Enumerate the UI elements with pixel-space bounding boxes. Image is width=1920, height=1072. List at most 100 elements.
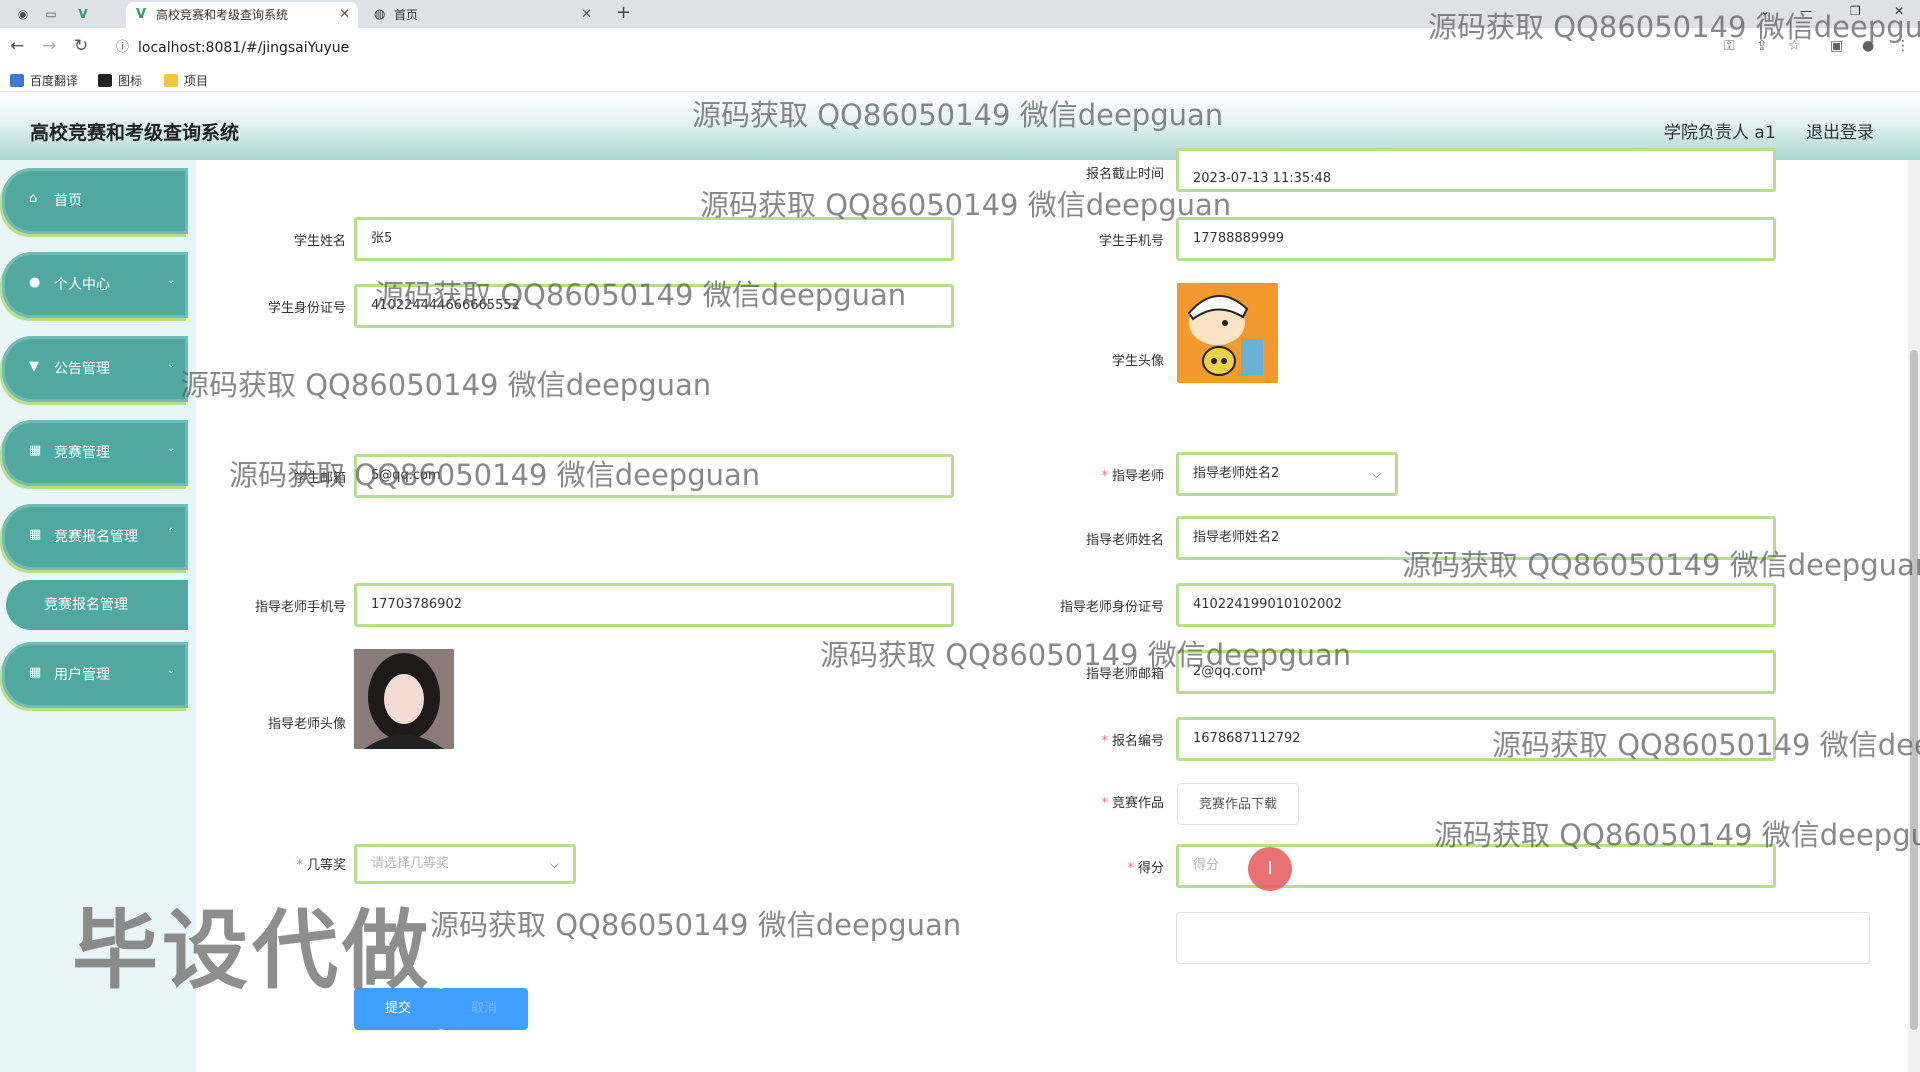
- student-id-label: 学生身份证号: [267, 301, 346, 316]
- star-icon[interactable]: ☆: [1788, 38, 1801, 54]
- sidebar-item-label: 竞赛报名管理: [54, 529, 138, 545]
- app-title: 高校竞赛和考级查询系统: [30, 122, 240, 144]
- chevron-up-icon: ⌃: [167, 527, 176, 538]
- address-bar: ← → ↻ ⓘ localhost:8081/#/jingsaiYuyue ⚿ …: [0, 28, 1920, 68]
- info-icon: ⓘ: [116, 40, 130, 55]
- teacher-name-label: 指导老师姓名: [1085, 533, 1164, 548]
- close-icon[interactable]: ✕: [339, 2, 350, 28]
- bookmark-item[interactable]: 百度翻译: [10, 72, 78, 89]
- teacher-avatar[interactable]: [354, 649, 454, 749]
- sidebar-item-label: 首页: [54, 193, 82, 209]
- vue-tab-icon[interactable]: V: [72, 4, 94, 24]
- restore-icon[interactable]: ❐: [1850, 4, 1861, 18]
- student-id-field[interactable]: 410224444666665552: [354, 284, 954, 328]
- window-close-icon[interactable]: ✕: [1894, 4, 1904, 18]
- student-name-field[interactable]: 张5: [354, 217, 954, 261]
- teacher-phone-field[interactable]: 17703786902: [354, 583, 954, 627]
- student-avatar[interactable]: [1177, 283, 1278, 383]
- chevron-down-icon: ⌄: [167, 275, 176, 286]
- sidepanel-icon[interactable]: ▣: [1830, 38, 1843, 54]
- reload-icon[interactable]: ↻: [74, 36, 88, 56]
- url-field[interactable]: ⓘ localhost:8081/#/jingsaiYuyue: [108, 33, 1708, 63]
- chevron-down-icon: ⌄: [167, 665, 176, 676]
- reg-no-label: * 报名编号: [1101, 734, 1164, 749]
- github-icon[interactable]: ◉: [12, 4, 34, 24]
- new-tab-plus-icon[interactable]: +: [616, 2, 631, 23]
- required-mark: *: [296, 858, 303, 873]
- grid-icon: ▦: [29, 665, 42, 680]
- student-email-label: 学生邮箱: [293, 471, 346, 486]
- text-cursor-icon: I: [1248, 847, 1292, 891]
- logout-link[interactable]: 退出登录: [1806, 118, 1874, 143]
- teacher-id-label: 指导老师身份证号: [1059, 600, 1164, 615]
- required-mark: *: [1127, 861, 1134, 876]
- deadline-label: 报名截止时间: [1085, 167, 1164, 182]
- home-icon: ⌂: [29, 191, 38, 206]
- teacher-avatar-label: 指导老师头像: [267, 717, 346, 732]
- grid-icon: ▦: [29, 527, 42, 542]
- url-text: localhost:8081/#/jingsaiYuyue: [138, 40, 350, 56]
- remark-textarea[interactable]: [1176, 912, 1870, 964]
- tab-home[interactable]: ◍ 首页 ✕: [364, 2, 600, 28]
- deadline-field[interactable]: 2023-07-13 11:35:48: [1176, 148, 1776, 192]
- tab-active[interactable]: V 高校竞赛和考级查询系统 ✕: [126, 2, 358, 28]
- bookmark-item[interactable]: 项目: [164, 72, 208, 89]
- bookmark-item[interactable]: 图标: [98, 72, 142, 89]
- notice-icon: ▼: [29, 359, 39, 374]
- profile-icon[interactable]: ●: [1862, 38, 1874, 54]
- student-avatar-label: 学生头像: [1111, 354, 1164, 369]
- teacher-select[interactable]: 指导老师姓名2 ⌵: [1176, 452, 1398, 496]
- close-icon[interactable]: ✕: [581, 2, 592, 28]
- sidebar-item-users[interactable]: ▦ 用户管理 ⌄: [2, 642, 188, 708]
- current-user: 学院负责人 a1: [1664, 123, 1776, 143]
- teacher-name-field[interactable]: 指导老师姓名2: [1176, 516, 1776, 560]
- score-label: * 得分: [1127, 861, 1164, 876]
- teacher-id-field[interactable]: 410224199010102002: [1176, 583, 1776, 627]
- chevron-down-icon: ⌄: [167, 359, 176, 370]
- reg-no-field[interactable]: 1678687112792: [1176, 717, 1776, 761]
- download-work-button[interactable]: 竞赛作品下载: [1177, 783, 1299, 825]
- teacher-email-label: 指导老师邮箱: [1085, 667, 1164, 682]
- sidebar-item-label: 竞赛管理: [54, 445, 110, 461]
- award-label: * 几等奖: [296, 858, 346, 873]
- chevron-down-icon: ⌄: [167, 443, 176, 454]
- minimize-icon[interactable]: —: [1800, 4, 1812, 18]
- tab-title: 高校竞赛和考级查询系统: [156, 8, 289, 22]
- required-mark: *: [1101, 796, 1108, 811]
- menu-kebab-icon[interactable]: ⋮: [1896, 38, 1910, 54]
- teacher-email-field[interactable]: 2@qq.com: [1176, 650, 1776, 694]
- sidebar-subitem-registration[interactable]: 竞赛报名管理: [6, 580, 188, 630]
- teacher-label: * 指导老师: [1101, 469, 1164, 484]
- sidebar-item-label: 用户管理: [54, 667, 110, 683]
- sidebar-item-label: 个人中心: [54, 277, 110, 293]
- work-label: * 竞赛作品: [1101, 796, 1164, 811]
- user-icon: ●: [29, 275, 41, 290]
- scrollbar-thumb[interactable]: [1910, 350, 1918, 1030]
- image-icon: [98, 74, 112, 87]
- award-select[interactable]: 请选择几等奖 ⌵: [354, 844, 576, 884]
- vue-icon: V: [136, 7, 147, 22]
- blank-tab-icon[interactable]: ▭: [40, 4, 62, 24]
- sidebar-item-home[interactable]: ⌂ 首页: [2, 168, 188, 234]
- sidebar-item-profile[interactable]: ● 个人中心 ⌄: [2, 252, 188, 318]
- teacher-phone-label: 指导老师手机号: [254, 600, 346, 615]
- sidebar-item-label: 公告管理: [54, 361, 110, 377]
- student-email-field[interactable]: 5@qq.com: [354, 454, 954, 498]
- sidebar-item-notice[interactable]: ▼ 公告管理 ⌄: [2, 336, 188, 402]
- sidebar-item-competition[interactable]: ▦ 竞赛管理 ⌄: [2, 420, 188, 486]
- tab-title: 首页: [394, 8, 419, 22]
- chevron-down-icon[interactable]: ⌄: [1760, 4, 1770, 18]
- back-icon[interactable]: ←: [10, 36, 24, 56]
- portrait-avatar-icon: [354, 649, 454, 749]
- key-icon[interactable]: ⚿: [1724, 38, 1735, 54]
- cancel-button[interactable]: 取消: [440, 988, 528, 1030]
- student-phone-field[interactable]: 17788889999: [1176, 217, 1776, 261]
- share-icon[interactable]: ⇪: [1756, 38, 1768, 54]
- folder-icon: [164, 74, 178, 87]
- bookmark-bar: 百度翻译 图标 项目: [0, 68, 1920, 92]
- sidebar-item-registration[interactable]: ▦ 竞赛报名管理 ⌃: [2, 504, 188, 570]
- forward-icon[interactable]: →: [42, 36, 56, 56]
- cartoon-avatar-icon: [1177, 283, 1278, 383]
- submit-button[interactable]: 提交: [354, 988, 442, 1030]
- scrollbar[interactable]: [1908, 160, 1920, 1072]
